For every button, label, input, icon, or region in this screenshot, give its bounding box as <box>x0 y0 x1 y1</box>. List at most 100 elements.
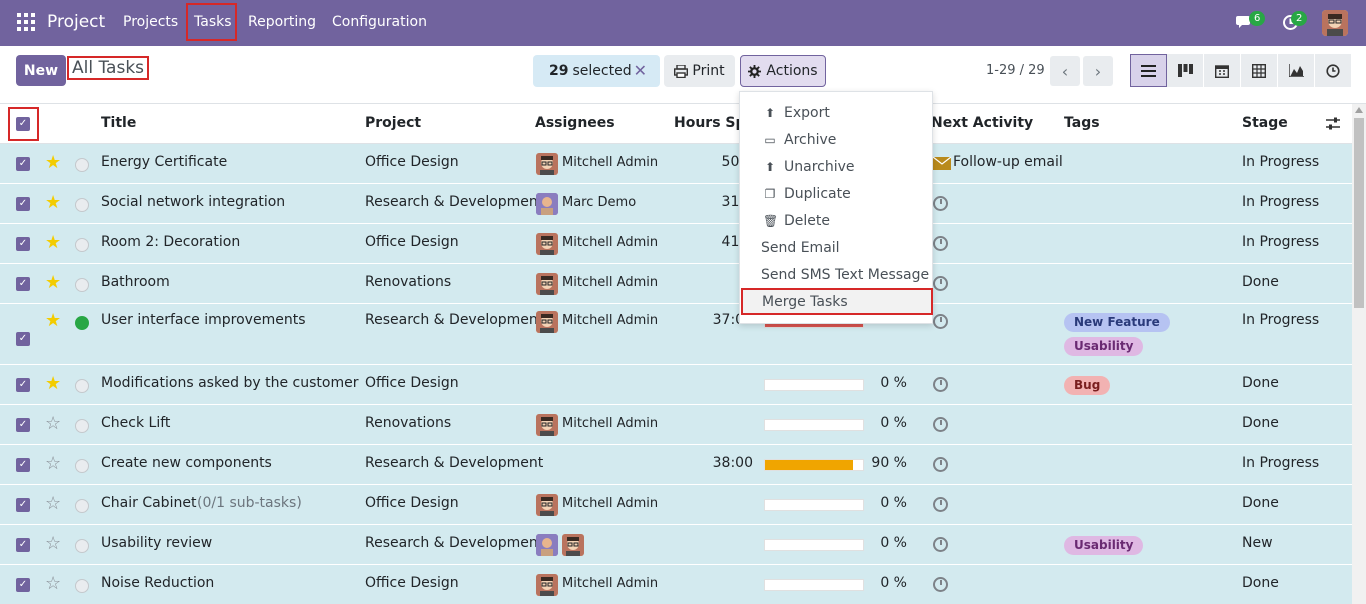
status-dot-icon[interactable] <box>75 316 89 330</box>
action-send-sms-text-message[interactable]: Send SMS Text Message <box>740 261 934 288</box>
table-row[interactable]: ✓ ☆ Check Lift Renovations Mitchell Admin 0 %… <box>0 405 1352 445</box>
kanban-view-button[interactable] <box>1167 54 1204 87</box>
table-row[interactable]: ✓ ★ Modifications asked by the customer Off… <box>0 365 1352 405</box>
table-row[interactable]: ✓ ☆ Noise Reduction Office Design Mitchell A… <box>0 565 1352 604</box>
activity-clock-icon[interactable] <box>933 314 948 329</box>
activity-clock-icon[interactable] <box>933 196 948 211</box>
row-checkbox[interactable]: ✓ <box>16 332 30 346</box>
priority-star-icon[interactable]: ☆ <box>45 495 61 513</box>
status-dot-icon[interactable] <box>75 579 89 593</box>
actions-button[interactable]: Actions <box>740 55 826 87</box>
activity-clock-icon[interactable] <box>933 537 948 552</box>
priority-star-icon[interactable]: ★ <box>45 375 61 393</box>
row-checkbox[interactable]: ✓ <box>16 418 30 432</box>
row-checkbox[interactable]: ✓ <box>16 458 30 472</box>
table-row[interactable]: ✓ ★ User interface improvements Research & … <box>0 304 1352 365</box>
column-next-activity[interactable]: Next Activity <box>931 115 1033 131</box>
priority-star-icon[interactable]: ☆ <box>45 535 61 553</box>
activity-clock-icon[interactable] <box>933 276 948 291</box>
status-dot-icon[interactable] <box>75 198 89 212</box>
column-stage[interactable]: Stage <box>1242 115 1288 131</box>
priority-star-icon[interactable]: ★ <box>45 312 61 330</box>
priority-star-icon[interactable]: ★ <box>45 234 61 252</box>
pager-next-button[interactable]: › <box>1083 56 1113 86</box>
action-duplicate[interactable]: ❐ Duplicate <box>740 180 934 207</box>
priority-star-icon[interactable]: ☆ <box>45 415 61 433</box>
table-row[interactable]: ✓ ★ Bathroom Renovations Mitchell Admin Done <box>0 264 1352 304</box>
table-row[interactable]: ✓ ★ Room 2: Decoration Office Design Mitchel… <box>0 224 1352 264</box>
assignee-avatar[interactable] <box>536 193 558 215</box>
table-row[interactable]: ✓ ☆ Usability review Research & Development… <box>0 525 1352 565</box>
activity-clock-icon[interactable] <box>933 417 948 432</box>
calendar-view-button[interactable] <box>1204 54 1241 87</box>
priority-star-icon[interactable]: ★ <box>45 154 61 172</box>
assignee-avatar[interactable] <box>536 311 558 333</box>
assignee-avatar[interactable] <box>536 414 558 436</box>
row-checkbox[interactable]: ✓ <box>16 277 30 291</box>
table-row[interactable]: ✓ ☆ Chair Cabinet (0/1 sub-tasks) Office Des… <box>0 485 1352 525</box>
column-project[interactable]: Project <box>365 115 421 131</box>
next-activity[interactable]: Follow-up email <box>953 154 1063 170</box>
table-row[interactable]: ✓ ☆ Create new components Research & Develo… <box>0 445 1352 485</box>
assignee-avatar[interactable] <box>536 273 558 295</box>
assignee-avatar[interactable] <box>536 153 558 175</box>
action-delete[interactable]: 🗑 Delete <box>740 207 934 234</box>
table-row[interactable]: ✓ ★ Social network integration Research & D… <box>0 184 1352 224</box>
graph-view-button[interactable] <box>1278 54 1315 87</box>
status-dot-icon[interactable] <box>75 379 89 393</box>
unselect-close-icon[interactable]: ✕ <box>634 61 647 80</box>
action-send-email[interactable]: Send Email <box>740 234 934 261</box>
column-assignees[interactable]: Assignees <box>535 115 615 131</box>
status-dot-icon[interactable] <box>75 158 89 172</box>
row-checkbox[interactable]: ✓ <box>16 197 30 211</box>
table-row[interactable]: ✓ ★ Energy Certificate Office Design Mitchel… <box>0 144 1352 184</box>
priority-star-icon[interactable]: ★ <box>45 194 61 212</box>
column-title[interactable]: Title <box>101 115 136 131</box>
status-dot-icon[interactable] <box>75 499 89 513</box>
app-brand[interactable]: Project <box>47 12 105 32</box>
menu-configuration[interactable]: Configuration <box>332 14 427 30</box>
row-checkbox[interactable]: ✓ <box>16 237 30 251</box>
status-dot-icon[interactable] <box>75 278 89 292</box>
activity-clock-icon[interactable] <box>933 577 948 592</box>
status-dot-icon[interactable] <box>75 539 89 553</box>
status-dot-icon[interactable] <box>75 238 89 252</box>
pager-value[interactable]: 1-29 / 29 <box>986 63 1045 78</box>
action-unarchive[interactable]: ⬆ Unarchive <box>740 153 934 180</box>
envelope-icon[interactable] <box>933 157 951 170</box>
action-export[interactable]: ⬆ Export <box>740 99 934 126</box>
priority-star-icon[interactable]: ☆ <box>45 455 61 473</box>
row-checkbox[interactable]: ✓ <box>16 157 30 171</box>
vertical-scrollbar[interactable] <box>1352 104 1366 604</box>
new-button[interactable]: New <box>16 55 66 86</box>
optional-columns-icon[interactable] <box>1325 116 1341 132</box>
row-checkbox[interactable]: ✓ <box>16 578 30 592</box>
status-dot-icon[interactable] <box>75 419 89 433</box>
user-avatar[interactable] <box>1322 10 1348 36</box>
assignee-avatar[interactable] <box>536 534 558 556</box>
pager-previous-button[interactable]: ‹ <box>1050 56 1080 86</box>
action-archive[interactable]: ▭ Archive <box>740 126 934 153</box>
select-all-checkbox[interactable]: ✓ <box>16 117 30 131</box>
status-dot-icon[interactable] <box>75 459 89 473</box>
assignee-avatar[interactable] <box>536 574 558 596</box>
row-checkbox[interactable]: ✓ <box>16 498 30 512</box>
list-view-button[interactable] <box>1130 54 1167 87</box>
activity-clock-icon[interactable] <box>933 236 948 251</box>
menu-projects[interactable]: Projects <box>123 14 178 30</box>
activity-view-button[interactable] <box>1315 54 1352 87</box>
activity-clock-icon[interactable] <box>933 377 948 392</box>
menu-tasks[interactable]: Tasks <box>186 3 237 41</box>
column-tags[interactable]: Tags <box>1064 115 1100 131</box>
pivot-view-button[interactable] <box>1241 54 1278 87</box>
activity-clock-icon[interactable] <box>933 497 948 512</box>
assignee-avatar[interactable] <box>536 233 558 255</box>
row-checkbox[interactable]: ✓ <box>16 538 30 552</box>
assignee-avatar[interactable] <box>536 494 558 516</box>
priority-star-icon[interactable]: ☆ <box>45 575 61 593</box>
activity-clock-icon[interactable] <box>933 457 948 472</box>
row-checkbox[interactable]: ✓ <box>16 378 30 392</box>
menu-reporting[interactable]: Reporting <box>248 14 316 30</box>
assignee-avatar[interactable] <box>562 534 584 556</box>
priority-star-icon[interactable]: ★ <box>45 274 61 292</box>
